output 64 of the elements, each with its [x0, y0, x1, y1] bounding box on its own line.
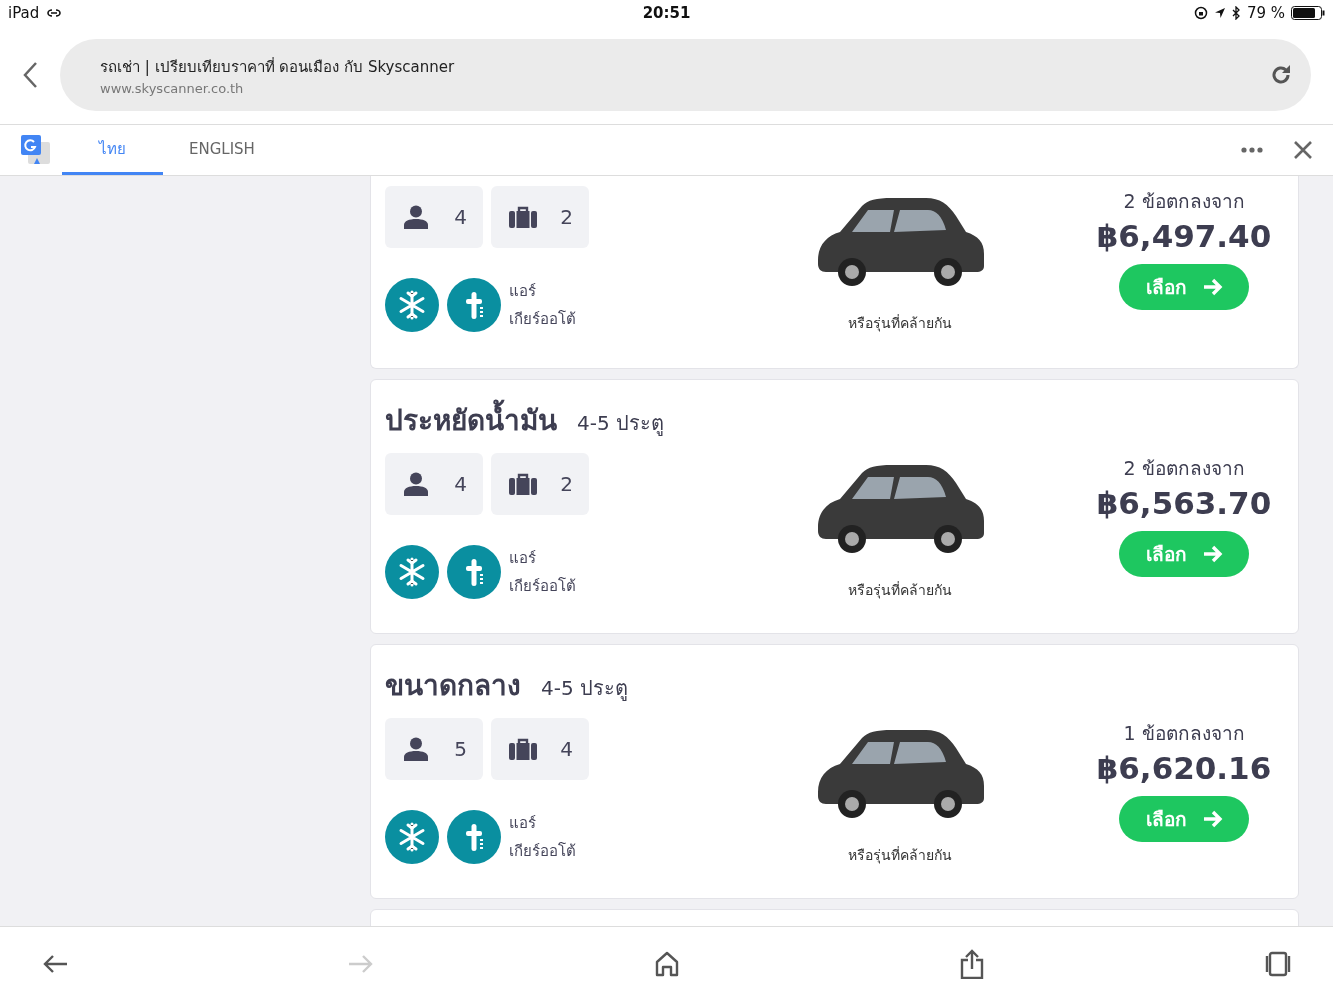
similar-model-note: หรือรุ่นที่คล้ายกัน — [847, 580, 952, 601]
page-url: www.skyscanner.co.th — [100, 80, 245, 96]
gear-shift-icon — [447, 278, 501, 332]
clock: 20:51 — [642, 4, 691, 22]
feature-label: แอร์ — [509, 281, 537, 302]
luggage-chip: 2 — [491, 453, 589, 515]
language-tab[interactable]: ENGLISH — [163, 125, 281, 175]
feature-label: แอร์ — [509, 548, 537, 569]
door-count: 4-5 ประตู — [541, 675, 629, 703]
suitcase-icon — [509, 206, 537, 228]
battery-percent: 79 % — [1246, 4, 1285, 22]
page-title: รถเช่า | เปรียบเทียบราคาที่ ดอนเมือง กับ Skyscanner — [100, 56, 455, 78]
gear-shift-icon — [447, 810, 501, 864]
passenger-chip: 4 — [385, 453, 483, 515]
deal-count: 1 ข้อตกลงจาก — [1123, 721, 1245, 746]
arrow-right-icon — [1202, 545, 1223, 563]
link-icon — [45, 7, 64, 19]
rotation-lock-icon — [1193, 6, 1208, 20]
back-icon[interactable] — [22, 61, 38, 89]
suitcase-icon — [509, 738, 537, 760]
battery-icon — [1291, 6, 1325, 20]
luggage-chip: 2 — [491, 186, 589, 248]
snowflake-icon — [385, 278, 439, 332]
similar-model-note: หรือรุ่นที่คล้ายกัน — [847, 313, 952, 334]
person-icon — [403, 205, 429, 229]
price: ฿6,563.70 — [1096, 485, 1272, 521]
passenger-chip: 4 — [385, 186, 483, 248]
gear-shift-icon — [447, 545, 501, 599]
suitcase-icon — [509, 473, 537, 495]
feature-label: เกียร์ออโต้ — [509, 841, 576, 862]
close-icon[interactable] — [1293, 140, 1313, 160]
device-name: iPad — [8, 4, 40, 22]
arrow-right-icon — [1202, 810, 1223, 828]
tabs-icon — [1264, 950, 1292, 977]
snowflake-icon — [385, 545, 439, 599]
translate-icon — [20, 134, 52, 166]
home-icon — [654, 950, 679, 977]
deal-count: 2 ข้อตกลงจาก — [1123, 189, 1245, 214]
feature-label: แอร์ — [509, 813, 537, 834]
select-button[interactable]: เลือก — [1119, 796, 1249, 842]
arrow-right-icon — [1202, 278, 1223, 296]
door-count: 4-5 ประตู — [577, 410, 665, 438]
snowflake-icon — [385, 810, 439, 864]
price: ฿6,620.16 — [1096, 750, 1272, 786]
more-icon[interactable] — [1241, 147, 1263, 153]
deal-count: 2 ข้อตกลงจาก — [1123, 456, 1245, 481]
car-category: ประหยัดน้ำมัน — [385, 398, 557, 442]
back-arrow-icon — [42, 953, 68, 974]
location-arrow-icon — [1213, 7, 1226, 19]
price: ฿6,497.40 — [1096, 218, 1272, 254]
address-field[interactable]: รถเช่า | เปรียบเทียบราคาที่ ดอนเมือง กับ Skyscanner www.skyscanner.co.th — [60, 39, 1311, 111]
similar-model-note: หรือรุ่นที่คล้ายกัน — [847, 845, 952, 866]
bluetooth-icon — [1231, 6, 1241, 20]
car-category: ขนาดกลาง — [385, 668, 521, 704]
passenger-chip: 5 — [385, 718, 483, 780]
person-icon — [403, 472, 429, 496]
forward-arrow-icon — [347, 953, 374, 974]
luggage-chip: 4 — [491, 718, 589, 780]
feature-label: เกียร์ออโต้ — [509, 309, 576, 330]
feature-label: เกียร์ออโต้ — [509, 576, 576, 597]
share-icon — [960, 948, 985, 979]
select-button[interactable]: เลือก — [1119, 531, 1249, 577]
select-button[interactable]: เลือก — [1119, 264, 1249, 310]
person-icon — [403, 737, 429, 761]
